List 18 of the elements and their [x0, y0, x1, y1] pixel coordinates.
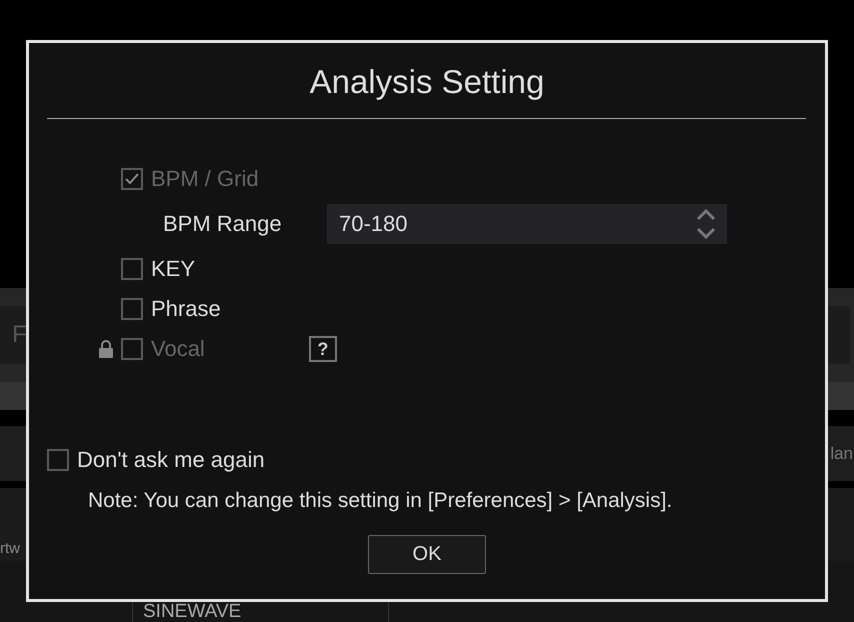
column-label: lan — [830, 444, 853, 464]
option-label: Don't ask me again — [77, 447, 265, 473]
field-label: BPM Range — [163, 211, 283, 237]
option-label: Phrase — [151, 296, 221, 322]
check-icon — [124, 172, 140, 186]
checkbox[interactable] — [121, 298, 143, 320]
option-label: Vocal — [151, 336, 205, 362]
checkbox[interactable] — [47, 449, 69, 471]
bpm-range-select[interactable]: 70-180 — [327, 204, 727, 244]
dialog-title: Analysis Setting — [308, 63, 546, 101]
checkbox[interactable] — [121, 258, 143, 280]
option-label: KEY — [151, 256, 196, 282]
ok-button[interactable]: OK — [368, 535, 486, 574]
option-label: BPM / Grid — [151, 166, 259, 192]
stepper-icon — [695, 207, 717, 241]
field-text: F — [12, 321, 27, 349]
artwork-label: rtw — [0, 540, 20, 557]
note-text: Note: You can change this setting in [Preferences] > [Analysis]. — [88, 489, 674, 513]
